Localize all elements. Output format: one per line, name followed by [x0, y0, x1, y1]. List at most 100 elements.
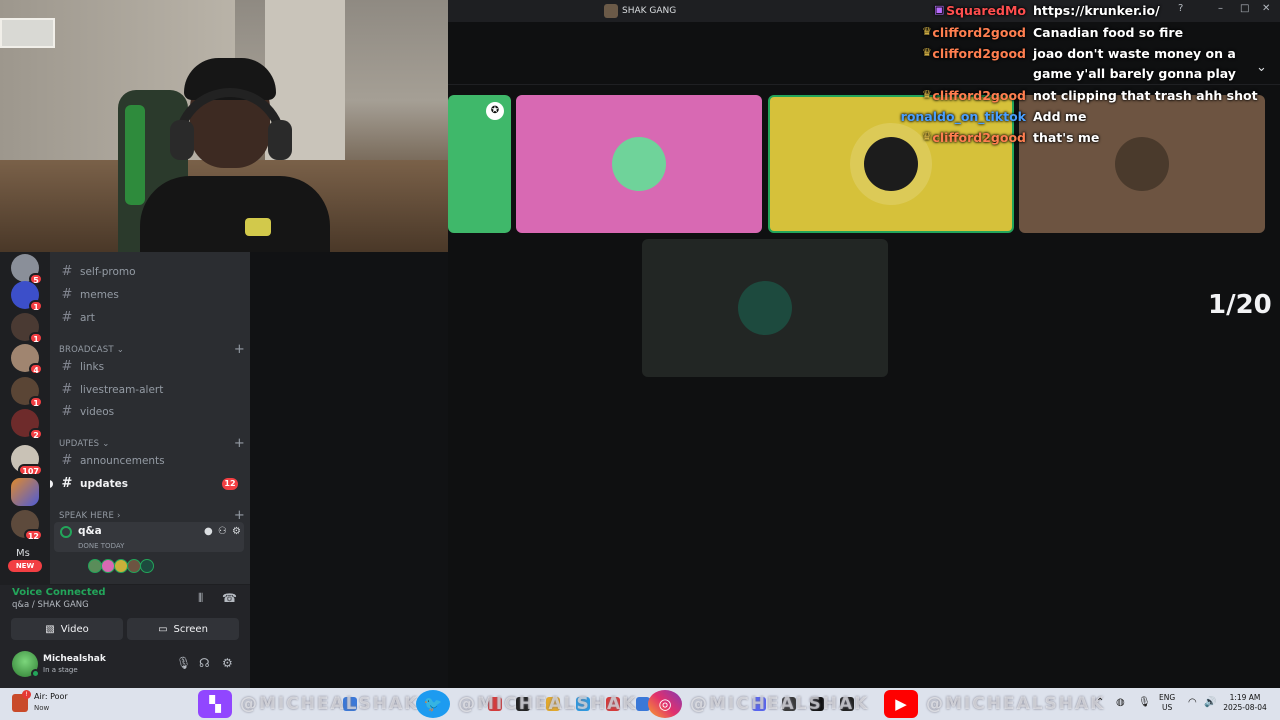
- network-app-icon[interactable]: ◍: [1116, 697, 1125, 708]
- username[interactable]: Michealshak: [43, 654, 106, 664]
- stage-participant-avatar[interactable]: [101, 559, 115, 573]
- channel-memes[interactable]: # memes: [54, 284, 244, 305]
- video-button-label: Video: [60, 623, 89, 635]
- server-badge: 1: [29, 396, 43, 408]
- youtube-icon: ▶: [884, 690, 918, 718]
- twitch-icon: ▚: [198, 690, 232, 718]
- shield-icon: ✪: [486, 102, 504, 120]
- volume-icon[interactable]: 🔊: [1204, 697, 1216, 708]
- hash-icon: #: [61, 476, 73, 491]
- twitch-banner: ▚ @MICHEALSHAK: [198, 690, 419, 718]
- server-folder-label[interactable]: Ms: [16, 548, 30, 559]
- clock-time: 1:19 AM: [1229, 693, 1261, 702]
- stream-chat-overlay: ▣ SquaredMo https://krunker.io/ ♛ clifford2…: [901, 0, 1280, 150]
- gear-icon[interactable]: ⚙: [222, 656, 233, 670]
- server-title: SHAK GANG: [604, 4, 676, 18]
- category-broadcast[interactable]: BROADCAST ⌄ +: [59, 342, 245, 357]
- moderator-badge-icon: ▣: [934, 3, 945, 16]
- chat-bubble-icon[interactable]: ●: [204, 526, 214, 537]
- category-updates[interactable]: UPDATES ⌄ +: [59, 436, 245, 451]
- channel-self-promo[interactable]: # self-promo: [54, 261, 244, 282]
- channel-label: links: [80, 360, 105, 373]
- chat-text: Canadian food so fire: [1033, 25, 1184, 40]
- chevron-down-icon: ⌄: [116, 344, 125, 355]
- channel-livestream-alert[interactable]: # livestream-alert: [54, 379, 244, 400]
- add-channel-icon[interactable]: +: [234, 508, 245, 523]
- server-icon-2[interactable]: 1: [11, 281, 43, 312]
- channel-videos[interactable]: # videos: [54, 401, 244, 422]
- disconnect-icon[interactable]: ☎: [222, 591, 237, 605]
- voice-location[interactable]: q&a / SHAK GANG: [12, 600, 89, 610]
- server-icon-3[interactable]: 1: [11, 313, 43, 344]
- stream-counter: 1/20: [1208, 290, 1272, 320]
- stage-channel-qa[interactable]: q&a DONE TODAY ● ⚇ ⚙: [54, 522, 244, 552]
- weather-title[interactable]: Air: Poor: [34, 692, 68, 701]
- server-icon-7[interactable]: 107: [11, 445, 43, 476]
- chevron-up-icon[interactable]: ⌃: [1096, 697, 1104, 708]
- channel-announcements[interactable]: # announcements: [54, 450, 244, 471]
- server-badge: 2: [29, 428, 43, 440]
- server-badge: 107: [18, 464, 43, 476]
- stage-participant-avatar[interactable]: [114, 559, 128, 573]
- stage-channel-status: DONE TODAY: [78, 542, 125, 550]
- server-icon-4[interactable]: 4: [11, 344, 43, 375]
- noise-suppression-icon[interactable]: ⦀: [198, 591, 203, 606]
- participant-tile[interactable]: ✪: [448, 95, 511, 233]
- stage-participant-avatar[interactable]: [127, 559, 141, 573]
- server-badge: 1: [29, 300, 43, 312]
- channel-label: announcements: [80, 454, 165, 467]
- channel-updates[interactable]: # updates 12: [50, 473, 244, 494]
- add-member-icon[interactable]: ⚇: [218, 526, 228, 537]
- participant-tile[interactable]: [516, 95, 762, 233]
- add-channel-icon[interactable]: +: [234, 342, 245, 357]
- server-icon-8[interactable]: [11, 478, 39, 506]
- chevron-down-icon: ⌄: [102, 438, 110, 449]
- system-clock[interactable]: 1:19 AM 2025-08-04: [1222, 693, 1268, 713]
- channel-art[interactable]: # art: [54, 307, 244, 328]
- channel-list: # self-promo # memes # art BROADCAST ⌄ + # lin…: [50, 252, 250, 584]
- stage-participant-avatar[interactable]: [140, 559, 154, 573]
- add-channel-icon[interactable]: +: [234, 436, 245, 451]
- server-icon-5[interactable]: 1: [11, 377, 43, 408]
- category-label: SPEAK HERE: [59, 510, 115, 521]
- youtube-banner: ▶ @MICHEALSHAK: [884, 690, 1105, 718]
- server-icon-1[interactable]: 5: [11, 254, 43, 285]
- gear-icon[interactable]: ⚙: [232, 526, 242, 537]
- taskbar: ! Air: Poor Now ▚ @MICHEALSHAK 🐦 @MICHEALS…: [0, 688, 1280, 720]
- screen-share-button[interactable]: ▭ Screen: [127, 618, 239, 640]
- shirt-logo: [245, 218, 271, 236]
- headset-earcup-left: [170, 120, 194, 160]
- screen: 5 1 1 4 1 2 107 12 Ms NEW # self-promo # m…: [0, 0, 1280, 720]
- voice-connected-status[interactable]: Voice Connected: [12, 587, 106, 598]
- hash-icon: #: [61, 404, 73, 419]
- wifi-icon[interactable]: ◠: [1188, 697, 1197, 708]
- server-icon-6[interactable]: 2: [11, 409, 43, 440]
- hash-icon: #: [61, 287, 73, 302]
- channel-label: self-promo: [80, 265, 136, 278]
- social-handle: @MICHEALSHAK: [240, 694, 420, 714]
- video-button[interactable]: ▧ Video: [11, 618, 123, 640]
- hash-icon: #: [61, 359, 73, 374]
- voice-panel: Voice Connected q&a / SHAK GANG ⦀ ☎ ▧ Vid…: [0, 584, 250, 646]
- participant-tile[interactable]: [642, 239, 888, 377]
- user-panel: Michealshak In a stage 🎙 ☊ ⚙: [0, 646, 250, 688]
- server-icon-9[interactable]: 12: [11, 510, 43, 541]
- category-speak-here[interactable]: SPEAK HERE › +: [59, 508, 245, 523]
- server-badge: 1: [29, 332, 43, 344]
- headphones-icon[interactable]: ☊: [199, 656, 210, 670]
- microphone-icon[interactable]: 🎙: [176, 656, 191, 670]
- webcam-overlay: [0, 0, 448, 252]
- language-indicator[interactable]: ENG US: [1159, 693, 1175, 713]
- chevron-down-icon[interactable]: ⌄: [1256, 60, 1267, 75]
- chevron-right-icon: ›: [117, 510, 121, 521]
- category-label: UPDATES: [59, 438, 100, 449]
- participant-avatar: [738, 281, 792, 335]
- microphone-icon[interactable]: 🎙: [1138, 697, 1151, 708]
- channel-links[interactable]: # links: [54, 356, 244, 377]
- webcam-window: [0, 18, 55, 48]
- weather-subtitle: Now: [34, 704, 50, 712]
- stage-participant-avatar[interactable]: [88, 559, 102, 573]
- chat-text: Add me: [1033, 109, 1087, 124]
- hash-icon: #: [61, 264, 73, 279]
- user-status: In a stage: [43, 666, 78, 674]
